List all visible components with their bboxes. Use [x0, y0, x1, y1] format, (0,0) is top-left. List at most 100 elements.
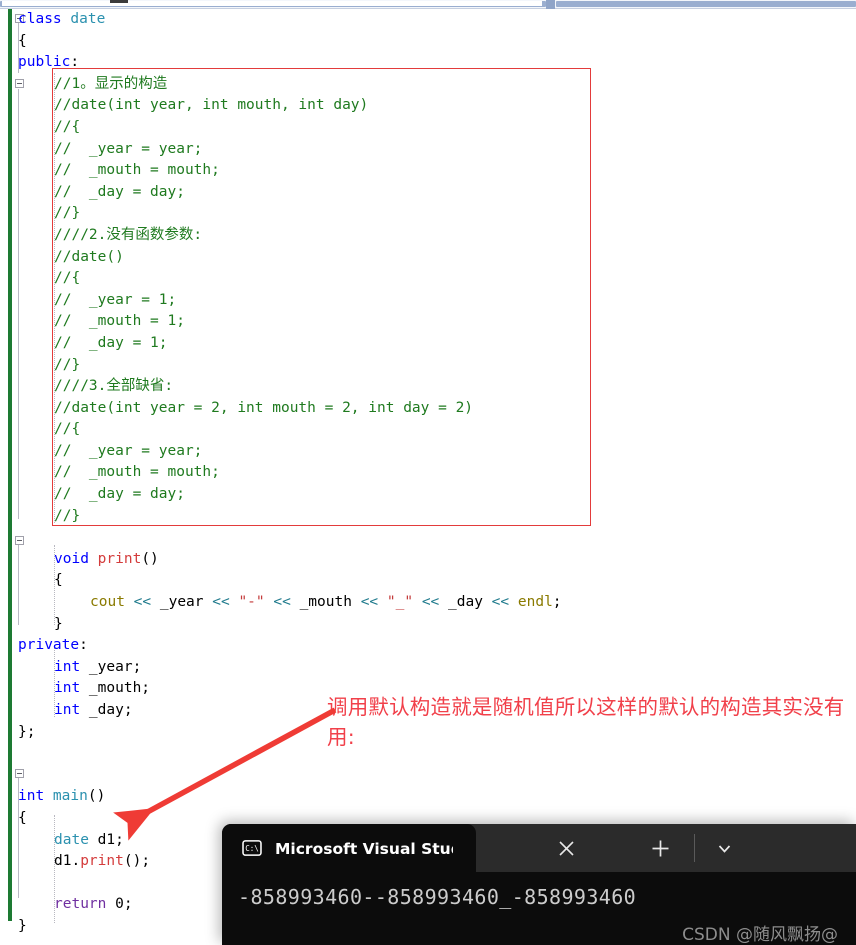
code-token: _mouth: [299, 594, 361, 611]
code-line: //date(int year = 2, int mouth = 2, int …: [0, 398, 856, 420]
code-line: //date(int year, int mouth, int day): [0, 95, 856, 117]
code-line: void print(): [0, 549, 856, 571]
code-token: //}: [54, 205, 81, 222]
code-token: _year: [159, 594, 213, 611]
code-token: (): [123, 853, 142, 870]
console-tab-title: Microsoft Visual Studio 调试控: [275, 840, 453, 858]
code-token: <<: [360, 594, 387, 611]
code-token: int: [54, 658, 89, 675]
code-token: main: [52, 788, 88, 805]
code-token: return: [54, 896, 116, 913]
code-line: // _mouth = mouth;: [0, 462, 856, 484]
code-token: "_": [386, 594, 422, 611]
scrollbar-split-divider: [546, 0, 555, 9]
console-toolbar-divider: [694, 834, 695, 862]
code-line: // _year = 1;: [0, 290, 856, 312]
red-annotation-text: 调用默认构造就是随机值所以这样的默认的构造其实没有用:: [327, 695, 845, 749]
console-new-tab-icon[interactable]: [648, 836, 672, 860]
code-token: print: [80, 853, 124, 870]
code-token: (): [87, 788, 106, 805]
code-token: //date(int year, int mouth, int day): [54, 97, 369, 114]
scrollbar-position-marker: [110, 0, 128, 3]
code-token: 0: [115, 896, 124, 913]
code-token: print: [97, 550, 142, 567]
code-line: public:: [0, 52, 856, 74]
code-token: // _day = 1;: [54, 334, 168, 351]
console-output-area[interactable]: -858993460--858993460_-858993460 CSDN @随…: [222, 872, 856, 945]
console-output-line: -858993460--858993460_-858993460: [238, 885, 637, 909]
code-line: // _mouth = 1;: [0, 311, 856, 333]
code-line: private:: [0, 635, 856, 657]
console-tab-close-icon[interactable]: [554, 836, 578, 860]
screenshot-root: class date{public://1。显示的构造//date(int ye…: [0, 0, 856, 945]
code-line: //{: [0, 419, 856, 441]
csdn-watermark: CSDN @随风飘扬@: [682, 925, 838, 945]
code-token: {: [18, 32, 27, 49]
code-token: public: [18, 54, 71, 71]
code-line: class date: [0, 9, 856, 31]
code-token: <<: [133, 594, 160, 611]
code-token: _year;: [88, 658, 142, 675]
code-token: int: [54, 680, 89, 697]
scrollbar-thumb-right[interactable]: [556, 1, 856, 7]
code-line: //{: [0, 268, 856, 290]
code-line: cout << _year << "-" << _mouth << "_" <<…: [0, 592, 856, 614]
code-token: date: [54, 831, 98, 848]
console-window[interactable]: C:\ Microsoft Visual Studio 调试控: [222, 824, 856, 945]
code-token: //{: [54, 421, 81, 438]
code-token: //1。显示的构造: [54, 75, 168, 92]
code-token: :: [79, 637, 88, 654]
code-line: {: [0, 570, 856, 592]
console-dropdown-chevron-icon[interactable]: [712, 836, 736, 860]
code-line: }: [0, 614, 856, 636]
code-token: int: [18, 788, 53, 805]
code-line: int _year;: [0, 657, 856, 679]
code-token: endl: [517, 594, 553, 611]
code-token: ;: [552, 594, 562, 611]
code-line: // _day = 1;: [0, 333, 856, 355]
console-tab[interactable]: C:\ Microsoft Visual Studio 调试控: [222, 824, 476, 872]
horizontal-scrollbar-strip[interactable]: [0, 0, 856, 9]
code-line: //1。显示的构造: [0, 74, 856, 96]
code-token: ////3.全部缺省:: [54, 378, 174, 395]
code-token: class: [18, 11, 71, 27]
code-line: //}: [0, 355, 856, 377]
console-titlebar[interactable]: C:\ Microsoft Visual Studio 调试控: [222, 824, 856, 872]
code-line: // _day = day;: [0, 182, 856, 204]
code-line: //}: [0, 203, 856, 225]
code-token: // _mouth = mouth;: [54, 464, 220, 481]
code-token: <<: [212, 594, 239, 611]
code-token: (): [141, 550, 159, 567]
code-token: //date(): [54, 248, 124, 265]
code-token: //{: [54, 270, 81, 287]
code-token: // _year = 1;: [54, 291, 177, 308]
code-token: // _mouth = mouth;: [54, 162, 220, 179]
code-line: //date(): [0, 247, 856, 269]
code-token: cout: [90, 594, 134, 611]
code-line: // _year = year;: [0, 441, 856, 463]
code-line: // _day = day;: [0, 484, 856, 506]
code-token: <<: [491, 594, 518, 611]
red-arrow: [113, 707, 337, 841]
code-token: // _mouth = 1;: [54, 313, 185, 330]
code-token: <<: [273, 594, 300, 611]
code-line: //}: [0, 506, 856, 528]
code-token: };: [18, 723, 36, 740]
code-token: <<: [421, 594, 449, 611]
code-token: _day: [448, 594, 492, 611]
code-token: }: [54, 615, 63, 632]
code-line: // _year = year;: [0, 139, 856, 161]
code-token: ;: [123, 896, 133, 913]
code-token: // _year = year;: [54, 140, 203, 157]
code-token: //}: [54, 356, 81, 373]
scrollbar-thumb-left[interactable]: [0, 1, 546, 7]
code-token: "-": [238, 594, 274, 611]
code-line: {: [0, 31, 856, 53]
code-line: // _mouth = mouth;: [0, 160, 856, 182]
code-token: {: [18, 809, 27, 826]
code-token: ////2.没有函数参数:: [54, 226, 203, 243]
code-line: //{: [0, 117, 856, 139]
svg-text:C:\: C:\: [245, 844, 259, 853]
code-token: private: [18, 637, 80, 654]
